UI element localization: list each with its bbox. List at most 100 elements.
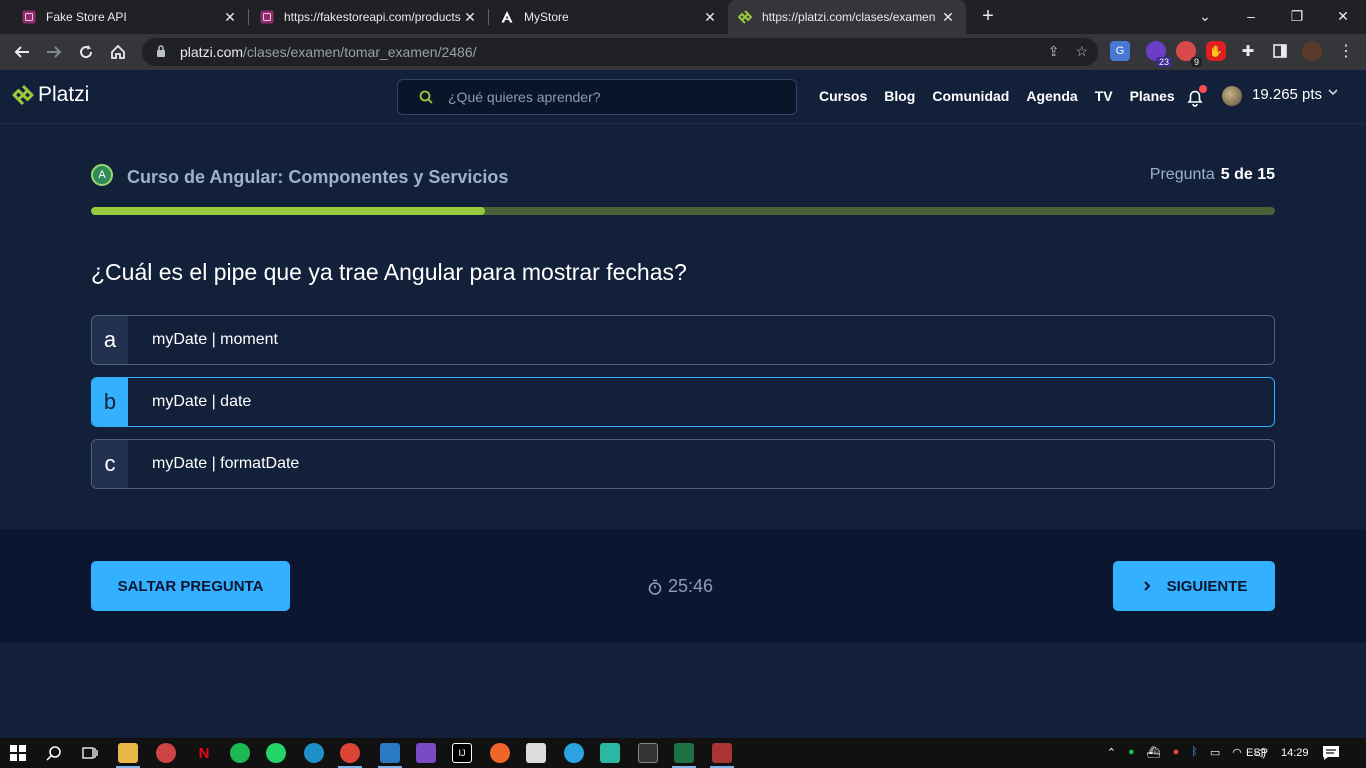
reload-icon[interactable] [74,40,98,64]
winrar-icon[interactable] [712,743,732,763]
bluetooth-icon[interactable]: ᛒ [1191,746,1198,759]
skip-question-button[interactable]: SALTAR PREGUNTA [91,561,290,611]
exam-timer: 25:46 [648,576,713,597]
taskbar-clock[interactable]: 14:29 [1281,747,1309,759]
bookmark-star-icon[interactable]: ☆ [1075,43,1088,60]
tray-chevron-up-icon[interactable]: ⌃ [1107,746,1116,759]
side-panel-icon[interactable] [1270,41,1290,61]
nav-comunidad[interactable]: Comunidad [932,88,1009,104]
chrome-icon[interactable] [340,743,360,763]
share-icon[interactable]: ⇪ [1048,43,1060,60]
terminal-icon[interactable] [638,743,658,763]
avatar[interactable] [1222,86,1242,106]
search-bar[interactable] [397,79,797,115]
home-icon[interactable] [106,40,130,64]
browser-tab-mystore[interactable]: MyStore ✕ [478,0,728,34]
platzi-icon [738,10,752,24]
stopwatch-icon [648,579,662,595]
tab-search-chevron-icon[interactable]: ⌄ [1182,0,1228,32]
adblock-icon[interactable]: ✋ [1206,41,1226,61]
file-explorer-icon[interactable] [118,743,138,763]
app-icon[interactable] [526,743,546,763]
answer-option-c[interactable]: c myDate | formatDate [91,439,1275,489]
language-indicator[interactable]: ESP [1246,747,1268,759]
visual-studio-icon[interactable] [416,743,436,763]
extension-purple-icon[interactable]: 23 [1146,41,1172,67]
minimize-icon[interactable]: – [1228,0,1274,32]
user-points[interactable]: 19.265 pts [1252,86,1322,103]
search-input[interactable] [448,89,768,105]
nav-planes[interactable]: Planes [1130,88,1175,104]
browser-toolbar: platzi.com/clases/examen/tomar_examen/24… [0,34,1366,70]
excel-icon[interactable] [674,743,694,763]
site-header: Platzi Cursos Blog Comunidad Agenda TV P… [0,70,1366,124]
close-tab-icon[interactable]: ✕ [702,9,718,26]
browser-tab-fake-store-api[interactable]: Fake Store API ✕ [0,0,248,34]
answer-option-b[interactable]: b myDate | date [91,377,1275,427]
angular-icon [500,10,514,24]
angular-course-badge-icon: A [91,164,113,186]
next-question-button[interactable]: SIGUIENTE [1113,561,1275,611]
tab-title: MyStore [524,10,569,24]
restore-icon[interactable]: ❐ [1274,0,1320,32]
exam-section: A Curso de Angular: Componentes y Servic… [0,124,1366,529]
platzi-logo[interactable]: Platzi [12,83,89,107]
answer-option-a[interactable]: a myDate | moment [91,315,1275,365]
notifications-bell-icon[interactable] [1185,85,1207,107]
option-letter: c [92,440,128,488]
nav-blog[interactable]: Blog [884,88,915,104]
exam-progress-fill [91,207,486,215]
back-arrow-icon[interactable] [10,40,34,64]
search-icon[interactable] [44,743,64,763]
question-counter-label: Pregunta [1149,166,1215,183]
chevron-down-icon[interactable] [1327,86,1339,101]
spotify-icon[interactable] [230,743,250,763]
main-nav: Cursos Blog Comunidad Agenda TV Planes [819,88,1175,104]
platzi-logo-icon [12,84,34,106]
tray-docker-icon[interactable]: ⛴ [1147,746,1161,759]
browser-tab-platzi-examen[interactable]: https://platzi.com/clases/examen ✕ [728,0,966,34]
app-icon[interactable] [156,743,176,763]
google-translate-icon[interactable]: G [1110,41,1130,61]
wifi-icon[interactable]: ◠ [1232,746,1242,759]
question-text: ¿Cuál es el pipe que ya trae Angular par… [91,259,687,285]
close-tab-icon[interactable]: ✕ [222,9,238,26]
extensions-puzzle-icon[interactable]: ✚ [1238,41,1258,61]
vscode-icon[interactable] [380,743,400,763]
task-view-icon[interactable] [80,743,100,763]
postman-icon[interactable] [490,743,510,763]
browser-menu-icon[interactable]: ⋮ [1336,41,1356,61]
building-app-icon[interactable] [600,743,620,763]
nav-cursos[interactable]: Cursos [819,88,867,104]
browser-tab-fakestoreapi-products[interactable]: https://fakestoreapi.com/products ✕ [238,0,488,34]
url-host: platzi.com [180,44,244,60]
forward-arrow-icon[interactable] [42,40,66,64]
tab-title: https://platzi.com/clases/examen [762,10,936,24]
action-center-icon[interactable] [1322,745,1340,761]
window-close-icon[interactable]: ✕ [1320,0,1366,32]
battery-icon[interactable]: ▭ [1210,746,1220,759]
lock-icon [156,44,170,60]
nav-tv[interactable]: TV [1095,88,1113,104]
page-background [0,643,1366,738]
tray-spotify-icon[interactable]: ● [1128,746,1135,759]
tab-title: https://fakestoreapi.com/products [284,10,461,24]
new-tab-plus-icon[interactable]: + [978,6,998,28]
question-counter: Pregunta 5 de 15 [1150,166,1275,184]
close-tab-icon[interactable]: ✕ [940,9,956,26]
windows-start-icon[interactable] [8,743,28,763]
edge-icon[interactable] [304,743,324,763]
intellij-icon[interactable]: IJ [452,743,472,763]
nav-agenda[interactable]: Agenda [1026,88,1077,104]
address-bar[interactable]: platzi.com/clases/examen/tomar_examen/24… [142,38,1098,66]
extension-red-icon[interactable]: 9 [1176,41,1202,67]
close-tab-icon[interactable]: ✕ [462,9,478,26]
whatsapp-icon[interactable] [266,743,286,763]
telegram-icon[interactable] [564,743,584,763]
tray-app-icon[interactable]: ● [1173,746,1180,759]
tab-title: Fake Store API [46,10,127,24]
fakestore-icon [260,10,274,24]
netflix-icon[interactable]: N [194,743,214,763]
option-text: myDate | date [152,393,252,410]
profile-avatar[interactable] [1302,41,1322,61]
